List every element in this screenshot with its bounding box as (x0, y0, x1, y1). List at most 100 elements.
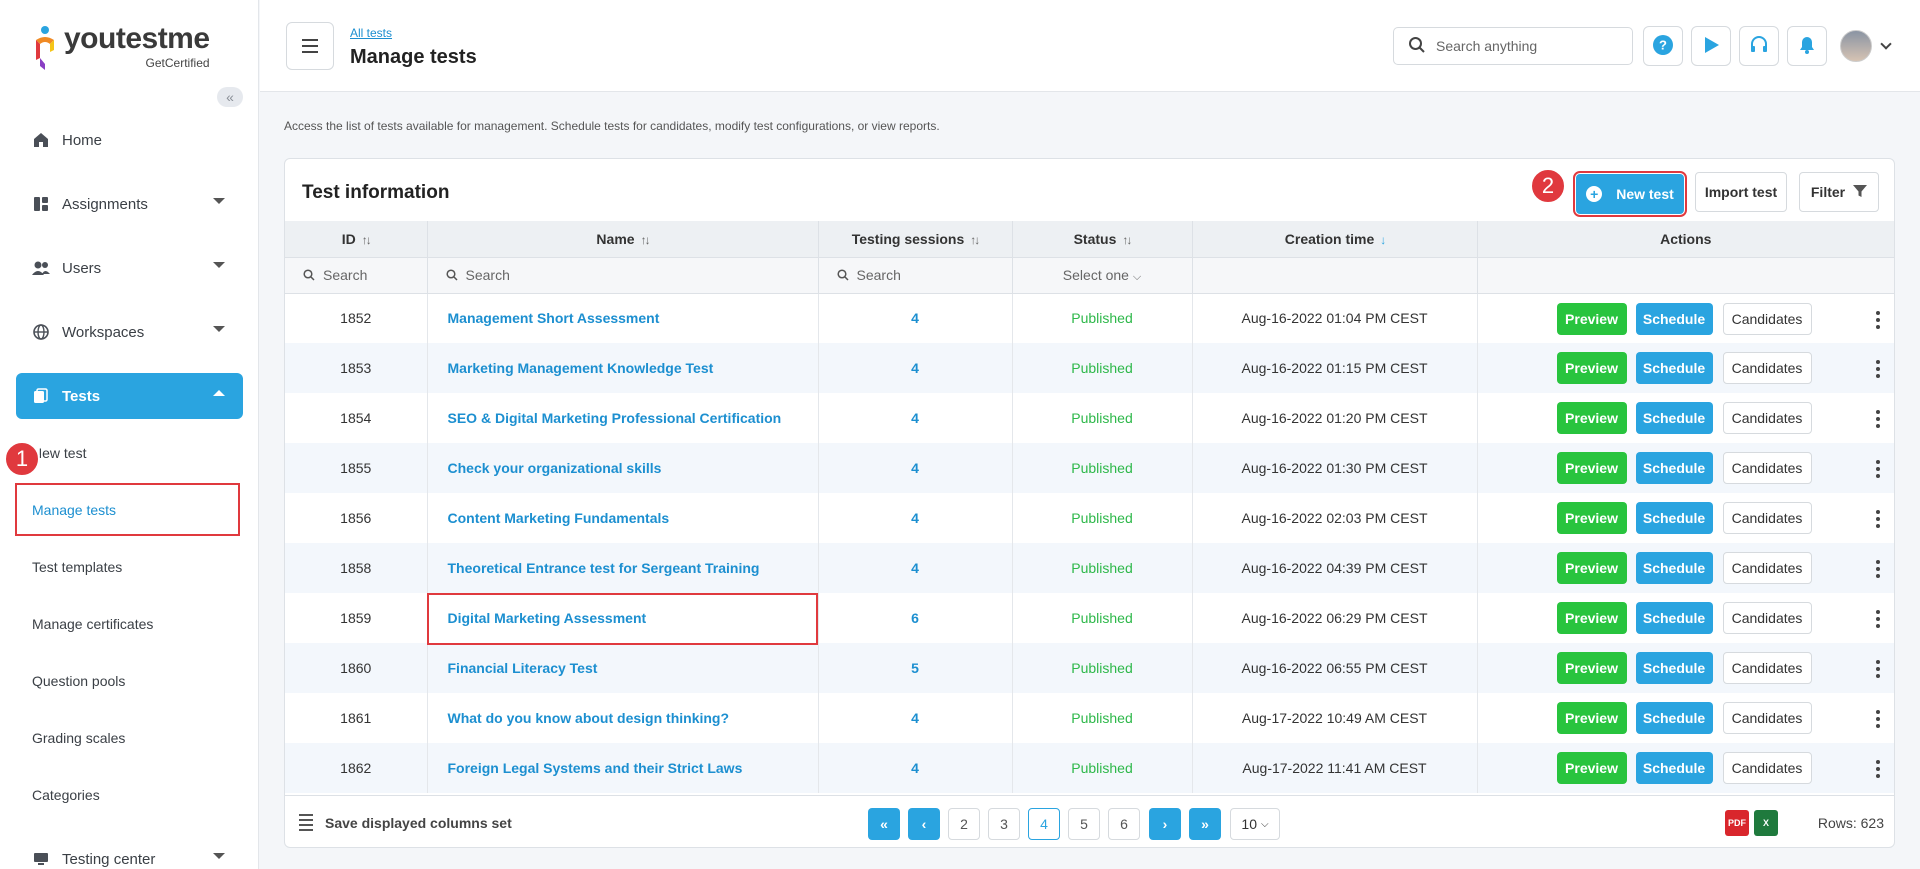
sidebar-subitem-categories[interactable]: Categories (32, 787, 100, 803)
global-search-input[interactable]: Search anything (1393, 27, 1633, 65)
sessions-search-input[interactable]: Search (818, 257, 1013, 294)
page-button[interactable]: 2 (948, 808, 980, 840)
preview-button[interactable]: Preview (1556, 552, 1627, 584)
notifications-button[interactable] (1787, 26, 1827, 66)
status-select[interactable]: Select one ⌵ (1012, 257, 1193, 294)
sidebar-subitem-test-templates[interactable]: Test templates (32, 559, 122, 575)
more-options-icon[interactable] (1876, 460, 1880, 478)
testing-sessions-link[interactable]: 4 (818, 343, 1013, 393)
sidebar-item-testing-center[interactable]: Testing center (16, 836, 243, 869)
candidates-button[interactable]: Candidates (1722, 602, 1812, 634)
test-name-link[interactable]: Financial Literacy Test (427, 643, 819, 693)
more-options-icon[interactable] (1876, 360, 1880, 378)
hamburger-menu-button[interactable] (286, 22, 334, 70)
sidebar-subitem-manage-certificates[interactable]: Manage certificates (32, 616, 153, 632)
candidates-button[interactable]: Candidates (1722, 552, 1812, 584)
schedule-button[interactable]: Schedule (1635, 402, 1713, 434)
import-test-button[interactable]: Import test (1695, 172, 1787, 212)
schedule-button[interactable]: Schedule (1635, 502, 1713, 534)
current-page-button[interactable]: 4 (1028, 808, 1060, 840)
sidebar-subitem-new-test[interactable]: New test (32, 445, 86, 461)
logo[interactable]: youtestme GetCertified (32, 24, 210, 72)
column-header-id[interactable]: ID ↑↓ (285, 221, 428, 258)
collapse-sidebar-button[interactable]: « (217, 87, 243, 107)
next-page-button[interactable]: › (1149, 808, 1181, 840)
more-options-icon[interactable] (1876, 610, 1880, 628)
more-options-icon[interactable] (1876, 760, 1880, 778)
candidates-button[interactable]: Candidates (1722, 402, 1812, 434)
sidebar-item-workspaces[interactable]: Workspaces (16, 309, 243, 355)
prev-page-button[interactable]: ‹ (908, 808, 940, 840)
user-avatar[interactable] (1840, 30, 1872, 62)
help-button[interactable]: ? (1643, 26, 1683, 66)
schedule-button[interactable]: Schedule (1635, 352, 1713, 384)
new-test-button[interactable]: + New test (1573, 171, 1687, 217)
candidates-button[interactable]: Candidates (1722, 352, 1812, 384)
testing-sessions-link[interactable]: 4 (818, 693, 1013, 743)
sidebar-item-assignments[interactable]: Assignments (16, 181, 243, 227)
more-options-icon[interactable] (1876, 710, 1880, 728)
schedule-button[interactable]: Schedule (1635, 452, 1713, 484)
sidebar-item-home[interactable]: Home (16, 117, 243, 163)
sidebar-subitem-question-pools[interactable]: Question pools (32, 673, 125, 689)
candidates-button[interactable]: Candidates (1722, 702, 1812, 734)
support-button[interactable] (1739, 26, 1779, 66)
page-button[interactable]: 3 (988, 808, 1020, 840)
candidates-button[interactable]: Candidates (1722, 502, 1812, 534)
more-options-icon[interactable] (1876, 410, 1880, 428)
preview-button[interactable]: Preview (1556, 452, 1627, 484)
testing-sessions-link[interactable]: 4 (818, 293, 1013, 343)
testing-sessions-link[interactable]: 4 (818, 393, 1013, 443)
page-button[interactable]: 6 (1108, 808, 1140, 840)
preview-button[interactable]: Preview (1556, 502, 1627, 534)
schedule-button[interactable]: Schedule (1635, 702, 1713, 734)
preview-button[interactable]: Preview (1556, 602, 1627, 634)
save-columns-button[interactable]: Save displayed columns set (299, 814, 512, 831)
column-header-creation-time[interactable]: Creation time ↓ (1192, 221, 1478, 258)
sidebar-item-users[interactable]: Users (16, 245, 243, 291)
test-name-link[interactable]: Marketing Management Knowledge Test (427, 343, 819, 393)
test-name-link[interactable]: Foreign Legal Systems and their Strict L… (427, 743, 819, 793)
last-page-button[interactable]: » (1189, 808, 1221, 840)
testing-sessions-link[interactable]: 4 (818, 543, 1013, 593)
candidates-button[interactable]: Candidates (1722, 302, 1812, 335)
candidates-button[interactable]: Candidates (1722, 752, 1812, 784)
preview-button[interactable]: Preview (1556, 652, 1627, 684)
export-excel-icon[interactable]: X (1754, 810, 1778, 836)
preview-button[interactable]: Preview (1556, 302, 1627, 335)
testing-sessions-link[interactable]: 5 (818, 643, 1013, 693)
sidebar-subitem-grading-scales[interactable]: Grading scales (32, 730, 125, 746)
testing-sessions-link[interactable]: 4 (818, 743, 1013, 793)
candidates-button[interactable]: Candidates (1722, 652, 1812, 684)
testing-sessions-link[interactable]: 4 (818, 443, 1013, 493)
name-search-input[interactable]: Search (427, 257, 819, 294)
first-page-button[interactable]: « (868, 808, 900, 840)
testing-sessions-link[interactable]: 4 (818, 493, 1013, 543)
id-search-input[interactable]: Search (285, 257, 428, 294)
preview-button[interactable]: Preview (1556, 402, 1627, 434)
more-options-icon[interactable] (1876, 560, 1880, 578)
more-options-icon[interactable] (1876, 310, 1880, 329)
column-header-testing-sessions[interactable]: Testing sessions ↑↓ (818, 221, 1013, 258)
chevron-down-icon[interactable] (1880, 38, 1892, 50)
play-tutorial-button[interactable] (1691, 26, 1731, 66)
export-pdf-icon[interactable]: PDF (1725, 810, 1749, 836)
more-options-icon[interactable] (1876, 510, 1880, 528)
test-name-link[interactable]: Check your organizational skills (427, 443, 819, 493)
preview-button[interactable]: Preview (1556, 752, 1627, 784)
page-button[interactable]: 5 (1068, 808, 1100, 840)
preview-button[interactable]: Preview (1556, 352, 1627, 384)
rows-per-page-select[interactable]: 10 ⌵ (1230, 808, 1280, 840)
preview-button[interactable]: Preview (1556, 702, 1627, 734)
test-name-link[interactable]: Theoretical Entrance test for Sergeant T… (427, 543, 819, 593)
test-name-link[interactable]: SEO & Digital Marketing Professional Cer… (427, 393, 819, 443)
schedule-button[interactable]: Schedule (1635, 302, 1713, 335)
candidates-button[interactable]: Candidates (1722, 452, 1812, 484)
schedule-button[interactable]: Schedule (1635, 652, 1713, 684)
filter-button[interactable]: Filter (1799, 172, 1879, 212)
test-name-link[interactable]: Management Short Assessment (427, 293, 819, 343)
schedule-button[interactable]: Schedule (1635, 552, 1713, 584)
schedule-button[interactable]: Schedule (1635, 602, 1713, 634)
sidebar-item-tests[interactable]: Tests (16, 373, 243, 419)
test-name-link[interactable]: Content Marketing Fundamentals (427, 493, 819, 543)
